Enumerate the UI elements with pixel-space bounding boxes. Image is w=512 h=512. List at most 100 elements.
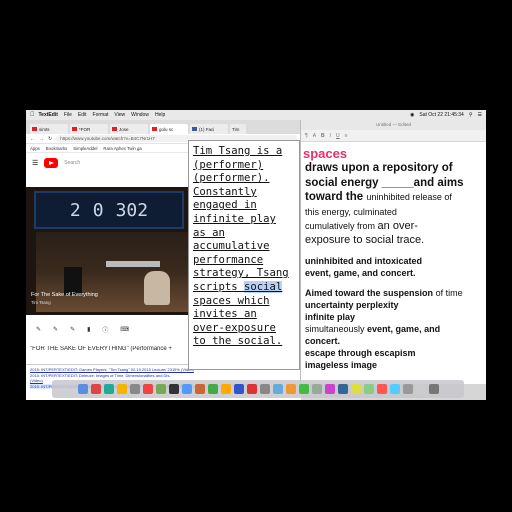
dock-app-icon[interactable]: [337, 384, 348, 394]
dock-app-icon[interactable]: [376, 384, 387, 394]
score-digit: 2: [69, 199, 81, 221]
youtube-icon: [72, 127, 77, 131]
doc-line: concert.: [305, 335, 341, 346]
dock-app-icon[interactable]: [311, 384, 322, 394]
doc-line: infinite play: [305, 311, 356, 322]
dock-app-icon[interactable]: [428, 384, 439, 394]
doc-line: escape through escapism: [305, 347, 416, 358]
dock-app-icon[interactable]: [207, 384, 218, 394]
dock-app-icon[interactable]: [103, 384, 114, 394]
search-icon[interactable]: ⚲: [469, 112, 473, 118]
dock-app-icon[interactable]: [246, 384, 257, 394]
menu-edit[interactable]: Edit: [78, 112, 87, 118]
panel-line: invites an: [193, 308, 257, 321]
list-icon[interactable]: ☰: [478, 112, 482, 118]
bookmark-apps[interactable]: Apps: [30, 146, 40, 151]
dock-app-icon[interactable]: [77, 384, 88, 394]
video-subcaption: Tim Tsang: [31, 300, 51, 305]
typewriter-text-panel[interactable]: Tim Tsang is a (performer) (performer). …: [188, 140, 300, 370]
panel-line: spaces which: [193, 294, 270, 307]
dock-app-icon[interactable]: [116, 384, 127, 394]
dock-app-icon[interactable]: [129, 384, 140, 394]
dock-app-icon[interactable]: [285, 384, 296, 394]
bookmark-simpleaddel[interactable]: SimpleAddel: [73, 146, 97, 151]
dock-app-icon[interactable]: [194, 384, 205, 394]
panel-line: performance: [193, 253, 264, 266]
back-icon[interactable]: ←: [30, 136, 35, 142]
tab-5[interactable]: (1) Faci: [190, 124, 228, 134]
search-input[interactable]: Search: [64, 160, 80, 166]
youtube-logo-icon[interactable]: [44, 158, 59, 168]
align-icon[interactable]: ≡: [345, 133, 348, 139]
pen-icon[interactable]: ✎: [36, 326, 41, 333]
font-size-icon[interactable]: A: [313, 133, 316, 139]
menu-window[interactable]: Window: [131, 112, 149, 118]
doc-line: toward the uninhibited release of: [305, 191, 452, 203]
highlighted-word[interactable]: social: [244, 280, 283, 293]
menu-file[interactable]: File: [64, 112, 72, 118]
keyboard-shape: [106, 261, 160, 267]
doc-line: uninhibited and intoxicated: [305, 255, 422, 266]
dock-app-icon[interactable]: [415, 384, 426, 394]
panel-line: scripts social: [193, 280, 283, 293]
facebook-icon: [192, 127, 197, 131]
wifi-icon[interactable]: ◉: [410, 112, 414, 118]
dock-app-icon[interactable]: [402, 384, 413, 394]
dock: [52, 380, 464, 398]
tab-1[interactable]: simts: [30, 124, 68, 134]
tab-3[interactable]: Jose: [110, 124, 148, 134]
dock-app-icon[interactable]: [168, 384, 179, 394]
panel-line: engaged in: [193, 199, 257, 212]
apple-menu-icon[interactable]: : [30, 112, 35, 118]
dock-app-icon[interactable]: [142, 384, 153, 394]
menu-view[interactable]: View: [114, 112, 125, 118]
bold-icon[interactable]: B: [321, 133, 325, 139]
dock-app-icon[interactable]: [298, 384, 309, 394]
tab-6[interactable]: Tim: [230, 124, 246, 134]
score-digit: 0: [92, 199, 104, 221]
dock-app-icon[interactable]: [181, 384, 192, 394]
youtube-icon: [32, 127, 37, 131]
keyboard-icon[interactable]: ⌨: [120, 326, 129, 333]
youtube-icon: [152, 127, 157, 131]
document-body[interactable]: spaces draws upon a repository of social…: [301, 142, 486, 371]
paragraph-icon[interactable]: ¶: [305, 133, 308, 139]
underline-icon[interactable]: U: [336, 133, 340, 139]
bookmark-bookmarks[interactable]: Bookmarks: [46, 146, 68, 151]
dock-app-icon[interactable]: [90, 384, 101, 394]
menu-help[interactable]: Help: [155, 112, 165, 118]
dock-app-icon[interactable]: [233, 384, 244, 394]
dock-app-icon[interactable]: [155, 384, 166, 394]
tab-2[interactable]: *FOR: [70, 124, 108, 134]
doc-line: draws upon a repository of: [305, 162, 453, 174]
menu-app-name[interactable]: TextEdit: [39, 112, 58, 118]
dock-app-icon[interactable]: [259, 384, 270, 394]
panel-line: over-exposure: [193, 321, 276, 334]
italic-icon[interactable]: I: [330, 133, 331, 139]
panel-line: as an: [193, 226, 225, 239]
bookmark-rara[interactable]: Rara Aphex Twin ga: [103, 146, 141, 151]
forward-icon[interactable]: →: [39, 136, 44, 142]
scoreboard: 2 0 302: [34, 191, 184, 229]
doc-heading: spaces: [303, 146, 348, 161]
video-title: "FOR THE SAKE OF EVERYTHING" (Performanc…: [30, 346, 172, 352]
dock-app-icon[interactable]: [272, 384, 283, 394]
dock-app-icon[interactable]: [389, 384, 400, 394]
doc-line: event, game, and concert.: [305, 267, 416, 278]
clock[interactable]: Sat Oct 22 21:45:34: [419, 112, 463, 118]
tab-4[interactable]: golu sc: [150, 124, 188, 134]
eraser-icon[interactable]: ▮: [87, 326, 90, 333]
pen-icon[interactable]: ✎: [70, 326, 75, 333]
dock-app-icon[interactable]: [324, 384, 335, 394]
dock-app-icon[interactable]: [350, 384, 361, 394]
menu-format[interactable]: Format: [93, 112, 109, 118]
pen-icon[interactable]: ✎: [53, 326, 58, 333]
panel-line: infinite play: [193, 212, 276, 225]
info-icon[interactable]: ⓘ: [102, 325, 108, 334]
dock-app-icon[interactable]: [363, 384, 374, 394]
reload-icon[interactable]: ↻: [48, 136, 52, 142]
video-player[interactable]: 2 0 302 For The Sake of Everything Tim T…: [26, 187, 214, 315]
hamburger-icon[interactable]: ☰: [32, 159, 38, 167]
dock-app-icon[interactable]: [220, 384, 231, 394]
format-toolbar: ¶ A B I U ≡: [301, 130, 486, 142]
